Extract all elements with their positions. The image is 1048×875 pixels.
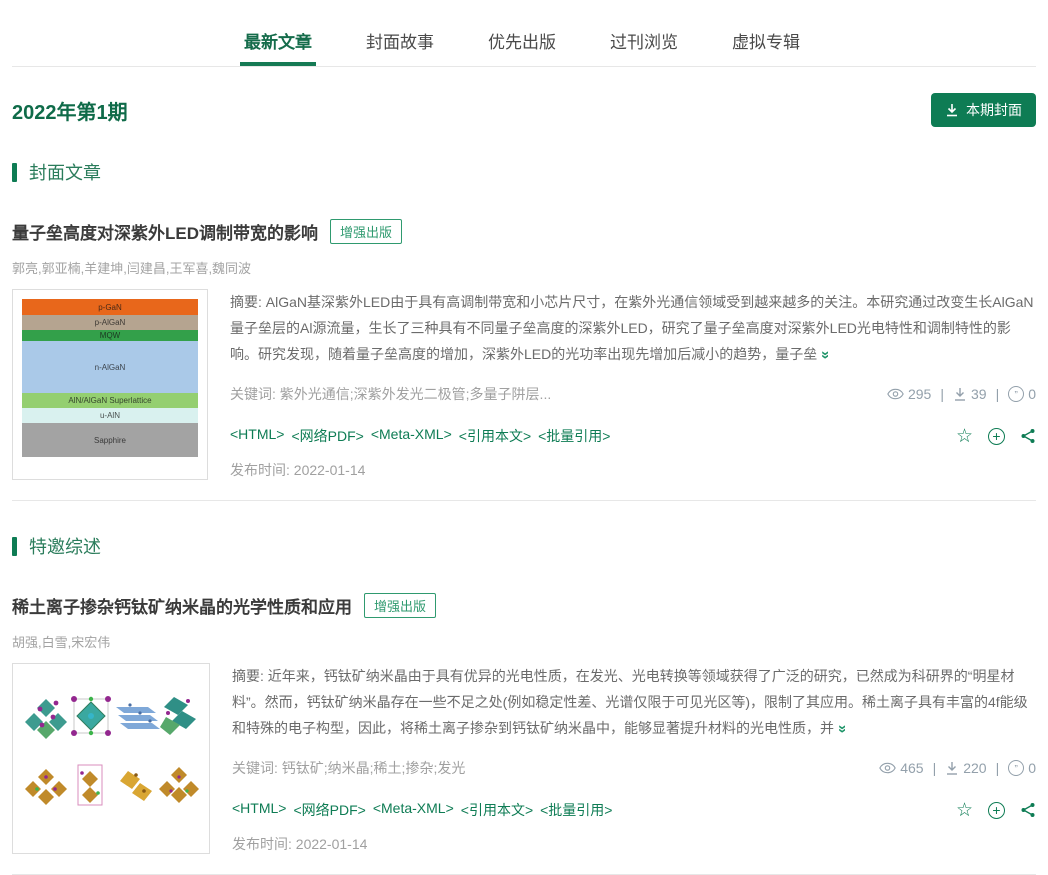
cite-article-link[interactable]: <引用本文> [461,800,533,820]
article-links: <HTML> <网络PDF> <Meta-XML> <引用本文> <批量引用> [230,426,610,446]
download-icon [945,103,959,117]
publish-date: 发布时间: 2022-01-14 [232,834,1036,854]
plus-circle-icon[interactable]: + [988,428,1005,445]
led-layer: AlN/AlGaN Superlattice [22,393,198,408]
article-title-link[interactable]: 稀土离子掺杂钙钛矿纳米晶的光学性质和应用 [12,593,352,618]
article-stats: 465 | 220 | ” 0 [879,760,1036,776]
separator: | [940,386,944,402]
star-icon[interactable]: ☆ [956,427,973,446]
section-accent-bar [12,163,17,182]
divider [12,500,1036,501]
downloads-count: 220 [963,760,986,776]
article-keywords: 关键词: 紫外光通信;深紫外发光二极管;多量子阱层... [230,384,551,404]
eye-icon [879,762,896,774]
article-thumbnail[interactable]: p-GaN p-AlGaN MQW n-AlGaN AlN/AlGaN Supe… [12,289,208,480]
double-chevron-down-icon[interactable]: « [812,351,838,359]
led-layer: MQW [22,330,198,341]
enhanced-publication-badge: 增强出版 [330,219,402,244]
tab-cover-story[interactable]: 封面故事 [362,20,438,66]
download-icon [945,761,959,776]
article-abstract: 摘要: 近年来，钙钛矿纳米晶由于具有优异的光电性质，在发光、光电转换等领域获得了… [232,663,1036,742]
meta-xml-link[interactable]: <Meta-XML> [373,800,454,820]
section-accent-bar [12,537,17,556]
section-header-cover-articles: 封面文章 [12,159,1036,185]
separator: | [996,386,1000,402]
html-link[interactable]: <HTML> [232,800,286,820]
tab-archive[interactable]: 过刊浏览 [606,20,682,66]
led-layer: p-AlGaN [22,315,198,330]
abstract-text: 摘要: 近年来，钙钛矿纳米晶由于具有优异的光电性质，在发光、光电转换等领域获得了… [232,668,1028,736]
separator: | [933,760,937,776]
article-links: <HTML> <网络PDF> <Meta-XML> <引用本文> <批量引用> [232,800,612,820]
tab-early-access[interactable]: 优先出版 [484,20,560,66]
section-title: 封面文章 [29,159,101,185]
cite-article-link[interactable]: <引用本文> [459,426,531,446]
article-stats: 295 | 39 | ” 0 [887,386,1036,402]
web-pdf-link[interactable]: <网络PDF> [291,426,363,446]
quote-icon: ” [1008,760,1024,776]
article-keywords: 关键词: 钙钛矿;纳米晶;稀土;掺杂;发光 [232,758,465,778]
eye-icon [887,388,904,400]
article-actions: ☆ + [956,801,1036,820]
issue-header: 2022年第1期 本期封面 [12,93,1036,127]
article-item: 量子垒高度对深紫外LED调制带宽的影响 增强出版 郭亮,郭亚楠,羊建坤,闫建昌,… [12,219,1036,501]
citations-count: 0 [1028,386,1036,402]
section-header-invited-review: 特邀综述 [12,533,1036,559]
article-thumbnail[interactable] [12,663,210,854]
enhanced-publication-badge: 增强出版 [364,593,436,618]
meta-xml-link[interactable]: <Meta-XML> [371,426,452,446]
issue-title: 2022年第1期 [12,96,128,125]
article-authors[interactable]: 郭亮,郭亚楠,羊建坤,闫建昌,王军喜,魏同波 [12,258,1036,277]
downloads-count: 39 [971,386,987,402]
batch-cite-link[interactable]: <批量引用> [540,800,612,820]
issue-cover-button[interactable]: 本期封面 [931,93,1036,127]
share-icon[interactable] [1020,428,1036,444]
html-link[interactable]: <HTML> [230,426,284,446]
article-authors[interactable]: 胡强,白雪,宋宏伟 [12,632,1036,651]
led-layer: p-GaN [22,299,198,315]
separator: | [996,760,1000,776]
download-icon [953,387,967,402]
article-item: 稀土离子掺杂钙钛矿纳米晶的光学性质和应用 增强出版 胡强,白雪,宋宏伟 [12,593,1036,875]
views-count: 295 [908,386,931,402]
crystal-structures-figure [22,673,200,831]
plus-circle-icon[interactable]: + [988,802,1005,819]
batch-cite-link[interactable]: <批量引用> [538,426,610,446]
led-layer: n-AlGaN [22,341,198,393]
abstract-text: 摘要: AlGaN基深紫外LED由于具有高调制带宽和小芯片尺寸，在紫外光通信领域… [230,294,1033,362]
publish-date: 发布时间: 2022-01-14 [230,460,1036,480]
citations-count: 0 [1028,760,1036,776]
issue-cover-button-label: 本期封面 [966,100,1022,120]
quote-icon: ” [1008,386,1024,402]
article-abstract: 摘要: AlGaN基深紫外LED由于具有高调制带宽和小芯片尺寸，在紫外光通信领域… [230,289,1036,368]
article-title-link[interactable]: 量子垒高度对深紫外LED调制带宽的影响 [12,219,318,244]
tab-latest-articles[interactable]: 最新文章 [240,20,316,66]
double-chevron-down-icon[interactable]: « [829,725,855,733]
section-title: 特邀综述 [29,533,101,559]
led-structure-diagram: p-GaN p-AlGaN MQW n-AlGaN AlN/AlGaN Supe… [22,299,198,457]
views-count: 465 [900,760,923,776]
led-layer: Sapphire [22,423,198,457]
led-layer: u-AlN [22,408,198,423]
tab-bar: 最新文章 封面故事 优先出版 过刊浏览 虚拟专辑 [12,0,1036,67]
journal-issue-page: 最新文章 封面故事 优先出版 过刊浏览 虚拟专辑 2022年第1期 本期封面 封… [0,0,1048,875]
share-icon[interactable] [1020,802,1036,818]
web-pdf-link[interactable]: <网络PDF> [293,800,365,820]
tab-virtual-special[interactable]: 虚拟专辑 [728,20,804,66]
article-actions: ☆ + [956,427,1036,446]
star-icon[interactable]: ☆ [956,801,973,820]
